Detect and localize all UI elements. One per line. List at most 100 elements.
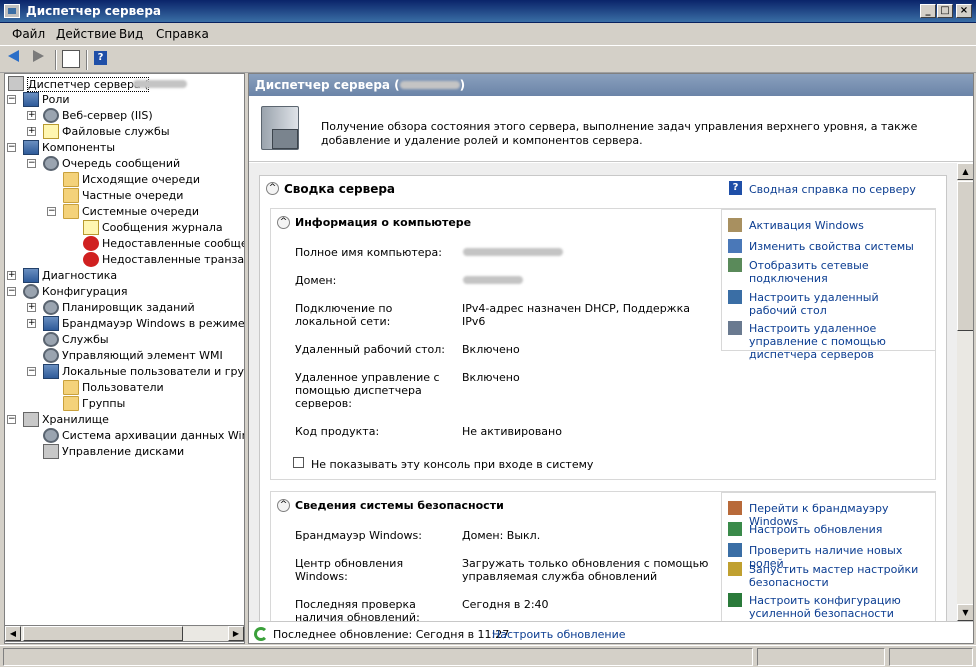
menu-help[interactable]: Справка xyxy=(156,27,209,41)
collapse-icon[interactable]: − xyxy=(7,287,16,296)
expand-icon[interactable]: + xyxy=(27,127,36,136)
system-properties-link[interactable]: Изменить свойства системы xyxy=(749,240,914,253)
tree-item[interactable]: Сообщения журнала xyxy=(5,220,244,236)
redacted-name xyxy=(399,81,460,89)
lan-label: Подключение по локальной сети: xyxy=(295,302,393,328)
tree-item[interactable]: + Планировщик заданий xyxy=(5,300,244,316)
network-connections-link[interactable]: Отобразить сетевые подключения xyxy=(749,259,909,285)
tree-item[interactable]: Система архивации данных Windo xyxy=(5,428,244,444)
collapse-icon[interactable]: − xyxy=(7,95,16,104)
tree-item[interactable]: − Системные очереди xyxy=(5,204,244,220)
collapse-icon[interactable]: − xyxy=(47,207,56,216)
firewall-icon xyxy=(728,501,742,515)
redacted-domain xyxy=(463,276,523,284)
collapse-computer-info-icon[interactable]: ^ xyxy=(277,216,290,229)
remote-desktop-link[interactable]: Настроить удаленный рабочий стол xyxy=(749,291,929,317)
tree-horizontal-scrollbar[interactable]: ◀ ▶ xyxy=(4,625,245,642)
tree-item[interactable]: Диспетчер сервера ( xyxy=(5,76,244,92)
tree-item-label: Недоставленные сообщен xyxy=(102,237,245,250)
status-cell-main xyxy=(3,648,753,666)
tree-item[interactable]: Службы xyxy=(5,332,244,348)
expand-icon[interactable]: + xyxy=(27,303,36,312)
gear-icon xyxy=(43,300,59,315)
folder-icon xyxy=(63,396,79,411)
scroll-right-arrow-icon[interactable]: ▶ xyxy=(228,626,244,641)
tree-item[interactable]: − Локальные пользователи и группы xyxy=(5,364,245,380)
gear-icon xyxy=(43,156,59,171)
maximize-button[interactable]: □ xyxy=(937,4,953,18)
expand-icon[interactable]: + xyxy=(27,111,36,120)
security-wizard-link[interactable]: Запустить мастер настройки безопасности xyxy=(749,563,929,589)
tree-item[interactable]: + Файловые службы xyxy=(5,124,244,140)
remote-management-icon xyxy=(728,321,742,335)
network-icon xyxy=(728,258,742,272)
collapse-icon[interactable]: − xyxy=(27,367,36,376)
gear-icon xyxy=(43,332,59,347)
tree-item-label: Диспетчер сервера ( xyxy=(27,77,150,92)
configure-updates-link[interactable]: Настроить обновления xyxy=(749,523,882,536)
remote-mgmt-value: Включено xyxy=(462,371,520,384)
collapse-icon[interactable]: − xyxy=(27,159,36,168)
tree-item[interactable]: Исходящие очереди xyxy=(5,172,244,188)
expand-icon[interactable]: + xyxy=(27,319,36,328)
rdp-label: Удаленный рабочий стол: xyxy=(295,343,446,356)
collapse-icon[interactable]: − xyxy=(7,143,16,152)
expand-icon[interactable]: + xyxy=(7,271,16,280)
note-icon xyxy=(43,124,59,139)
scroll-thumb[interactable] xyxy=(23,626,183,641)
tree-item[interactable]: − Роли xyxy=(5,92,244,108)
menu-action[interactable]: Действие xyxy=(56,27,116,41)
tree-item[interactable]: + Брандмауэр Windows в режиме пов xyxy=(5,316,245,332)
redacted-server-name xyxy=(133,80,187,88)
tree-item[interactable]: − Компоненты xyxy=(5,140,244,156)
tree-item[interactable]: − Очередь сообщений xyxy=(5,156,244,172)
activate-windows-link[interactable]: Активация Windows xyxy=(749,219,864,232)
collapse-security-icon[interactable]: ^ xyxy=(277,499,290,512)
remote-management-link[interactable]: Настроить удаленное управление с помощью… xyxy=(749,322,934,361)
tree-item-label: Веб-сервер (IIS) xyxy=(62,109,153,122)
err-icon xyxy=(83,252,99,267)
tree-item[interactable]: Недоставленные транзакт xyxy=(5,252,244,268)
menu-view[interactable]: Вид xyxy=(119,27,143,41)
help-icon[interactable]: ? xyxy=(94,51,107,65)
tree-item[interactable]: − Конфигурация xyxy=(5,284,244,300)
close-button[interactable]: × xyxy=(956,4,972,18)
scroll-up-arrow-icon[interactable]: ▲ xyxy=(957,163,973,180)
tree-item[interactable]: Недоставленные сообщен xyxy=(5,236,245,252)
tree-item[interactable]: Группы xyxy=(5,396,244,412)
folder-icon xyxy=(63,172,79,187)
server-icon xyxy=(23,412,39,427)
product-key-label: Код продукта: xyxy=(295,425,380,438)
configure-refresh-link[interactable]: Настроить обновление xyxy=(492,628,626,641)
scroll-thumb-vertical[interactable] xyxy=(957,181,973,331)
folder-icon xyxy=(63,380,79,395)
tree-item[interactable]: − Хранилище xyxy=(5,412,244,428)
forward-arrow-icon[interactable] xyxy=(33,50,44,62)
show-hide-console-tree-icon[interactable] xyxy=(62,50,80,68)
collapse-summary-icon[interactable]: ^ xyxy=(266,182,279,195)
scroll-left-arrow-icon[interactable]: ◀ xyxy=(5,626,21,641)
tree-item[interactable]: Частные очереди xyxy=(5,188,244,204)
menu-file[interactable]: Файл xyxy=(12,27,45,41)
refresh-status-bar: Последнее обновление: Сегодня в 11:27 На… xyxy=(249,621,973,643)
tree-item-label: Брандмауэр Windows в режиме пов xyxy=(62,317,245,330)
tree-item-label: Локальные пользователи и группы xyxy=(62,365,245,378)
scroll-down-arrow-icon[interactable]: ▼ xyxy=(957,604,973,621)
tree-item[interactable]: + Веб-сервер (IIS) xyxy=(5,108,244,124)
srv2-icon xyxy=(23,140,39,155)
tree-item[interactable]: + Диагностика xyxy=(5,268,244,284)
minimize-button[interactable]: _ xyxy=(920,4,936,18)
tree-item[interactable]: Пользователи xyxy=(5,380,244,396)
tree-item[interactable]: Управляющий элемент WMI xyxy=(5,348,244,364)
ie-esc-link[interactable]: Настроить конфигурацию усиленной безопас… xyxy=(749,594,934,621)
last-check-value: Сегодня в 2:40 xyxy=(462,598,549,611)
hide-console-checkbox[interactable] xyxy=(293,457,304,468)
gear-icon xyxy=(23,284,39,299)
collapse-icon[interactable]: − xyxy=(7,415,16,424)
tree-item[interactable]: Управление дисками xyxy=(5,444,244,460)
content-vertical-scrollbar[interactable]: ▲ ▼ xyxy=(957,163,973,621)
back-arrow-icon[interactable] xyxy=(8,50,19,62)
security-title: Сведения системы безопасности xyxy=(295,499,504,512)
summary-help-link[interactable]: Сводная справка по серверу xyxy=(749,183,916,196)
toolbar: ? xyxy=(0,45,976,73)
